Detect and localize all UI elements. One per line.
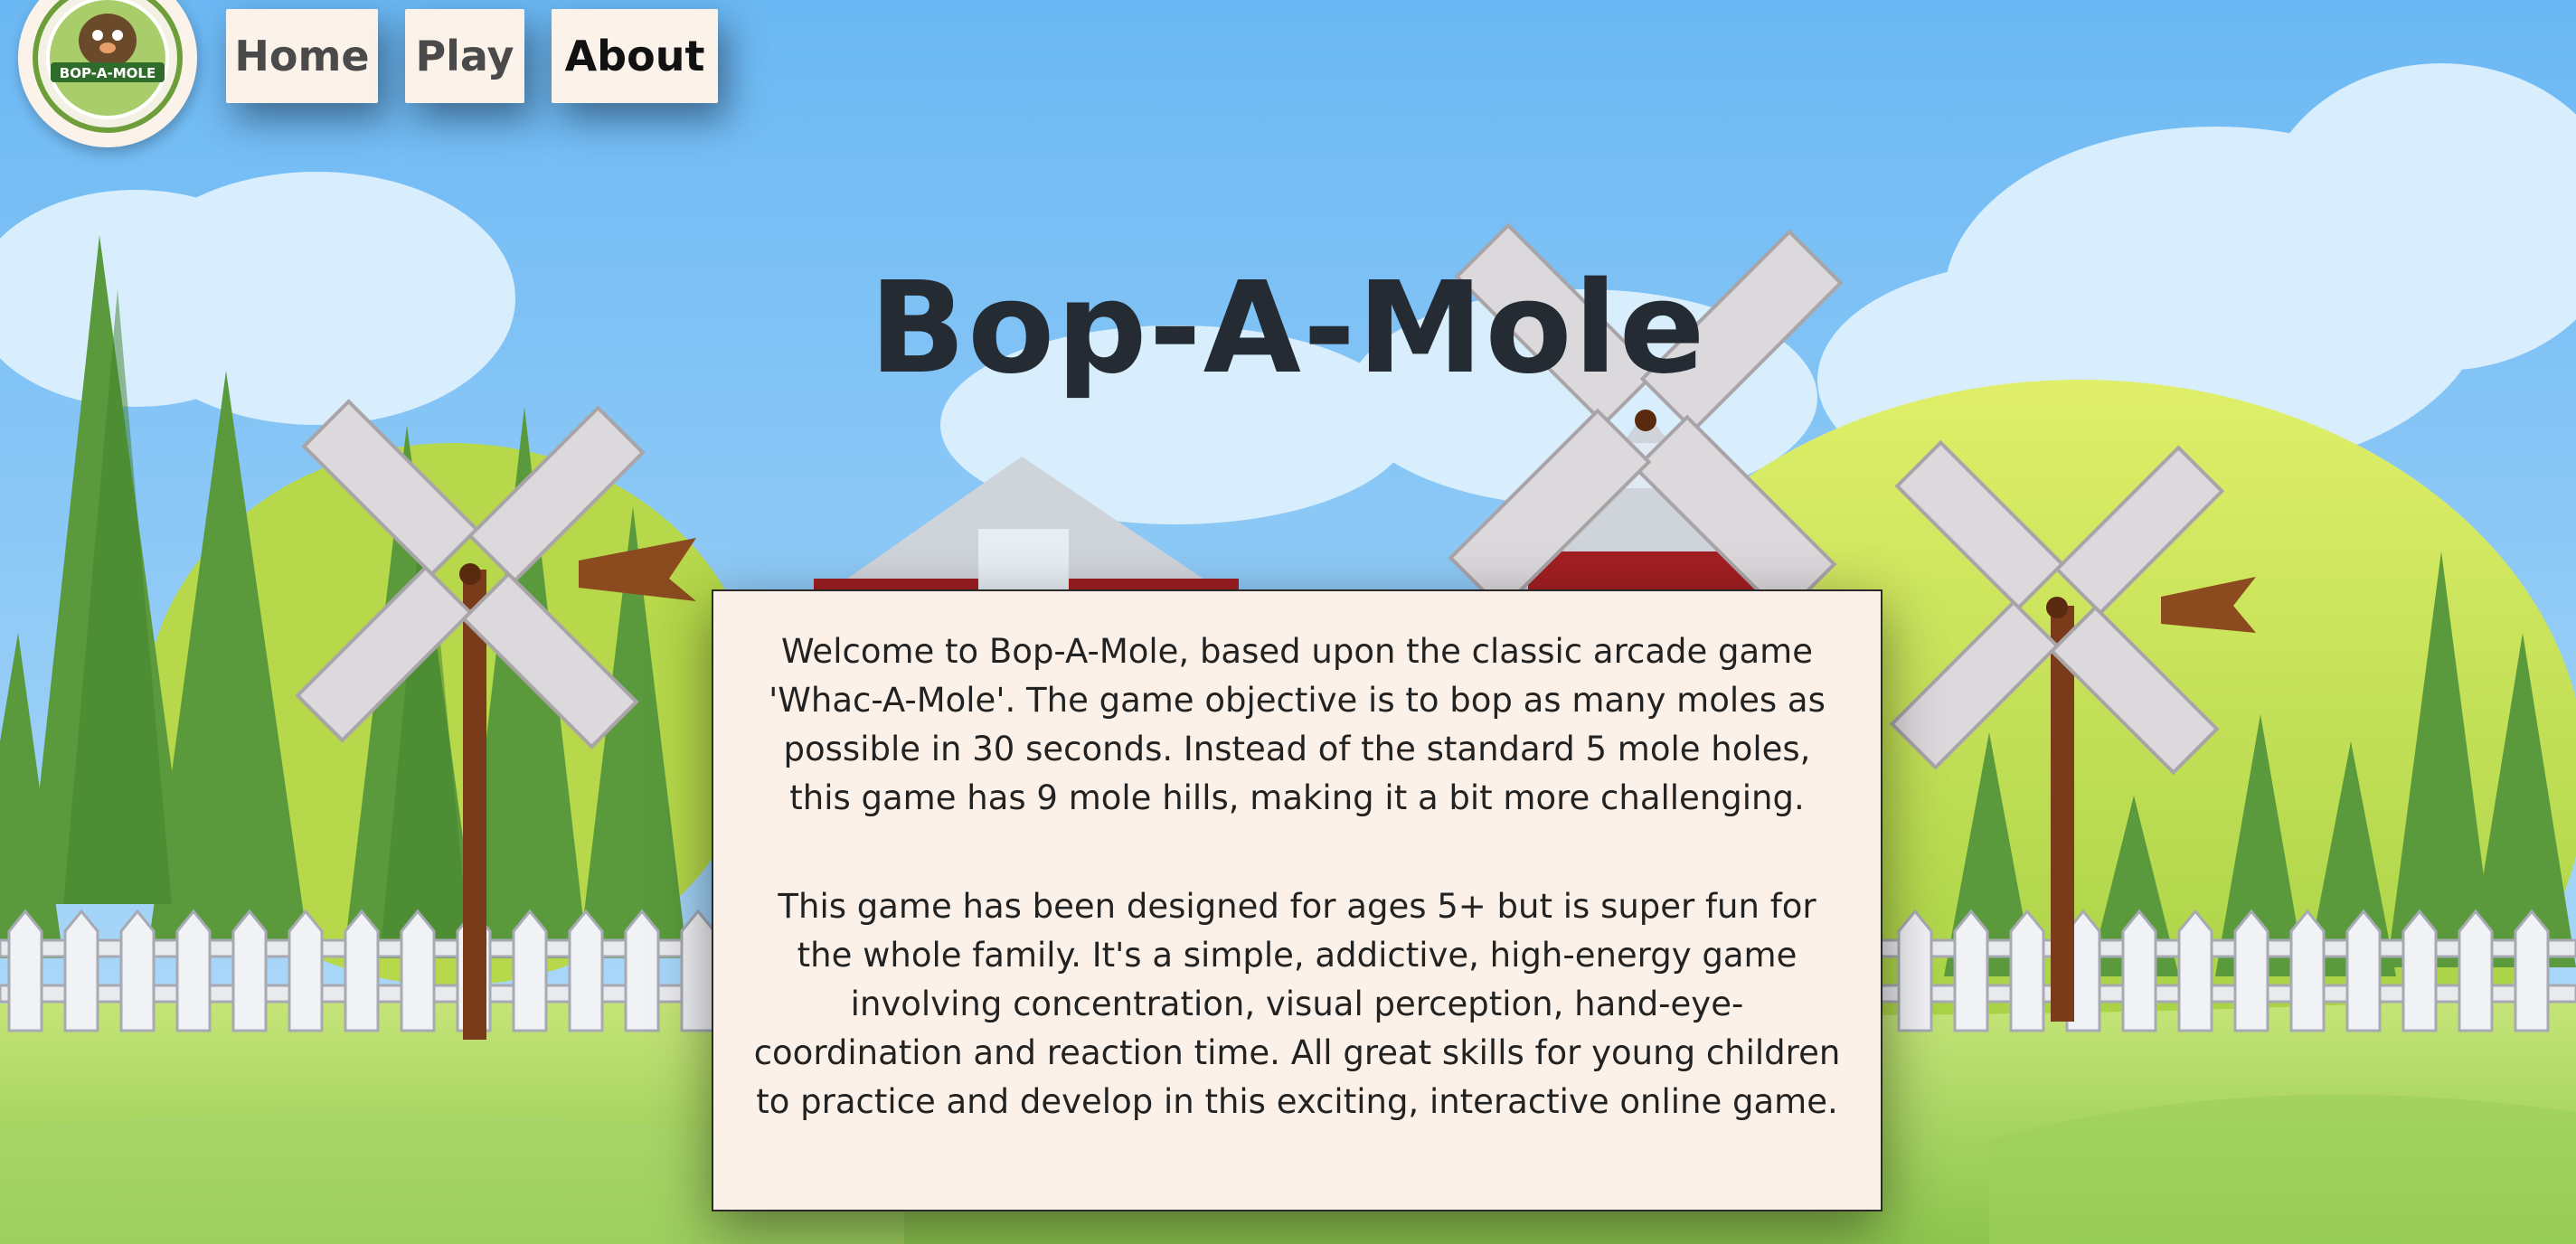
about-paragraph-1: Welcome to Bop-A-Mole, based upon the cl… bbox=[769, 632, 1826, 817]
about-paragraph-2: This game has been designed for ages 5+ … bbox=[753, 887, 1841, 1121]
nav-home-button[interactable]: Home bbox=[226, 9, 378, 103]
svg-text:BOP-A-MOLE: BOP-A-MOLE bbox=[60, 65, 156, 81]
nav-about-button[interactable]: About bbox=[552, 9, 718, 103]
page-title: Bop-A-Mole bbox=[869, 254, 1707, 402]
about-card: Welcome to Bop-A-Mole, based upon the cl… bbox=[712, 589, 1882, 1211]
mole-logo-icon: BOP-A-MOLE bbox=[33, 0, 183, 133]
main-nav: Home Play About bbox=[226, 9, 718, 103]
bop-a-mole-logo[interactable]: BOP-A-MOLE bbox=[18, 0, 197, 147]
nav-play-button[interactable]: Play bbox=[405, 9, 524, 103]
